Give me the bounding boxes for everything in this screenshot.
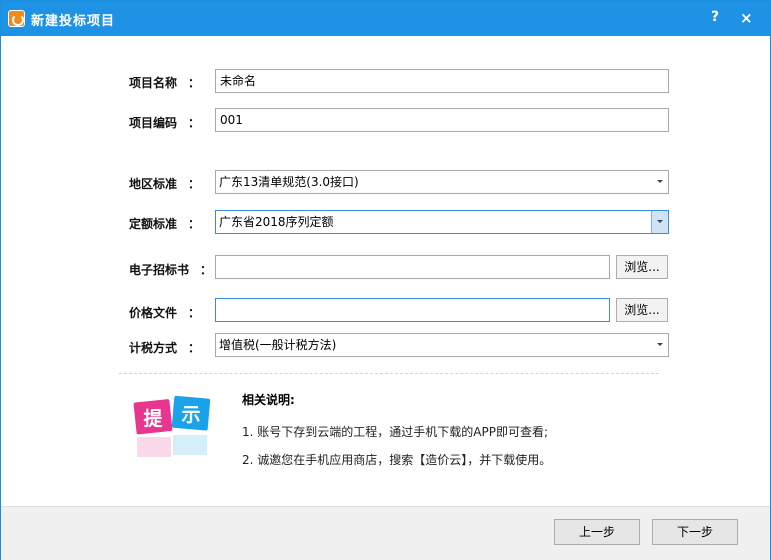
price-file-colon: ： <box>188 306 201 320</box>
quota-standard-colon: ： <box>188 217 201 231</box>
bid-document-browse-button[interactable]: 浏览... <box>616 255 668 279</box>
bid-document-label: 电子招标书 <box>129 263 190 277</box>
price-file-input[interactable] <box>215 298 610 322</box>
project-name-label: 项目名称 <box>129 76 178 90</box>
close-icon[interactable]: × <box>740 9 753 27</box>
tax-method-label: 计税方式 <box>129 341 178 355</box>
region-standard-select[interactable]: 广东13清单规范(3.0接口) <box>215 170 669 194</box>
tip-char-1: 提 <box>143 407 163 430</box>
region-standard-label: 地区标准 <box>129 177 178 191</box>
quota-standard-label: 定额标准 <box>129 217 178 231</box>
previous-step-button[interactable]: 上一步 <box>554 519 640 545</box>
tax-method-select[interactable]: 增值税(一般计税方法) <box>215 333 669 357</box>
project-code-colon: ： <box>188 116 201 130</box>
dialog-footer: 上一步 下一步 <box>1 506 770 560</box>
tip-char-2: 示 <box>181 404 200 426</box>
note-item-2: 2. 诚邀您在手机应用商店，搜索【造价云】，并下载使用。 <box>242 453 552 467</box>
tip-badge-icon: 提 示 <box>133 395 211 457</box>
region-standard-value: 广东13清单规范(3.0接口) <box>219 175 359 189</box>
project-code-input[interactable]: 001 <box>215 108 669 132</box>
chevron-down-icon[interactable] <box>651 211 668 233</box>
project-code-label: 项目编码 <box>129 116 178 130</box>
project-name-colon: ： <box>188 76 201 90</box>
app-logo-icon <box>8 10 25 27</box>
title-bar: 新建投标项目 ? × <box>1 1 770 36</box>
price-file-browse-button[interactable]: 浏览... <box>616 298 668 322</box>
region-standard-colon: ： <box>188 177 201 191</box>
quota-standard-select[interactable]: 广东省2018序列定额 <box>215 210 669 234</box>
chevron-down-icon[interactable] <box>652 334 668 356</box>
price-file-label: 价格文件 <box>129 306 178 320</box>
chevron-down-icon[interactable] <box>652 171 668 193</box>
tax-method-value: 增值税(一般计税方法) <box>219 338 337 352</box>
help-icon[interactable]: ? <box>711 9 719 25</box>
bid-document-colon: ： <box>200 263 213 277</box>
next-step-button[interactable]: 下一步 <box>652 519 738 545</box>
note-item-1: 1. 账号下存到云端的工程，通过手机下载的APP即可查看; <box>242 425 548 439</box>
bid-document-input[interactable] <box>215 255 610 279</box>
tax-method-colon: ： <box>188 341 201 355</box>
dialog-title: 新建投标项目 <box>31 14 116 29</box>
quota-standard-value: 广东省2018序列定额 <box>219 215 334 229</box>
notes-title: 相关说明: <box>242 393 295 407</box>
dialog-content: 项目名称 ： 未命名 项目编码 ： 001 地区标准 ： 广东13清单规范(3.… <box>1 36 770 506</box>
section-divider <box>119 373 659 374</box>
project-name-input[interactable]: 未命名 <box>215 69 669 93</box>
new-bid-project-dialog: 新建投标项目 ? × 项目名称 ： 未命名 项目编码 ： 001 地区标准 ： … <box>0 0 771 560</box>
